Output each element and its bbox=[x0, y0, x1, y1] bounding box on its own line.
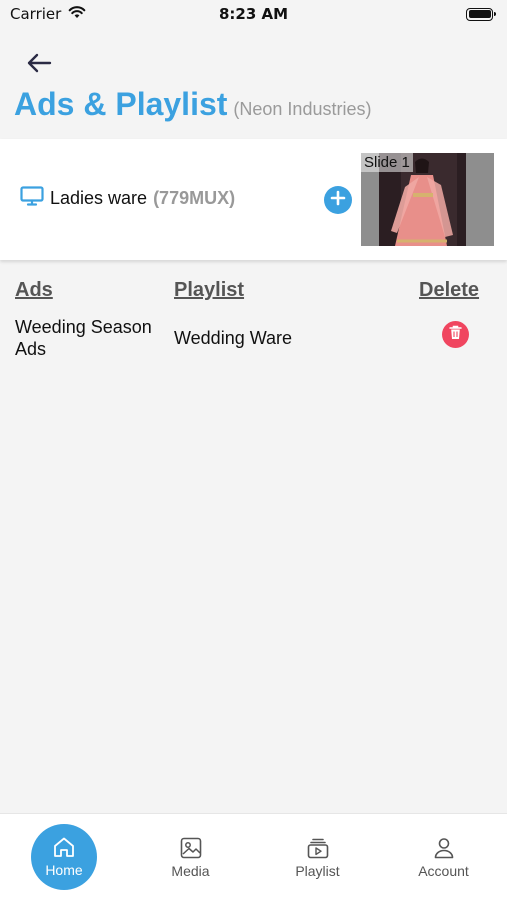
status-left: Carrier bbox=[10, 5, 86, 23]
add-playlist-button[interactable] bbox=[324, 186, 352, 214]
status-bar: Carrier 8:23 AM bbox=[0, 0, 507, 28]
home-icon bbox=[52, 836, 76, 858]
monitor-icon bbox=[20, 186, 44, 211]
tab-bar: Home Media Playlist Account bbox=[0, 813, 507, 900]
tab-account[interactable]: Account bbox=[380, 814, 507, 900]
tab-label-home: Home bbox=[45, 862, 83, 878]
user-icon bbox=[433, 837, 455, 859]
screen-info: Ladies ware (779MUX) bbox=[20, 186, 235, 211]
plus-icon bbox=[330, 190, 346, 211]
screen-name: Ladies ware bbox=[50, 188, 148, 208]
trash-icon bbox=[449, 325, 462, 345]
ad-name-line1: Weeding Season bbox=[15, 317, 152, 337]
back-button[interactable] bbox=[22, 50, 56, 80]
tab-media[interactable]: Media bbox=[127, 814, 254, 900]
battery-icon bbox=[466, 7, 496, 21]
arrow-left-icon bbox=[26, 53, 52, 78]
playlist-name: Wedding Ware bbox=[174, 328, 293, 348]
title-row: Ads & Playlist (Neon Industries) bbox=[14, 86, 371, 123]
thumbnail-label: Slide 1 bbox=[361, 153, 413, 172]
tab-label-media: Media bbox=[171, 862, 210, 879]
column-header-playlist: Playlist bbox=[174, 279, 245, 301]
column-header-ads: Ads bbox=[15, 279, 53, 301]
tab-label-playlist: Playlist bbox=[295, 862, 340, 879]
tab-label-account: Account bbox=[418, 862, 469, 879]
ad-name-line2: Ads bbox=[15, 339, 47, 359]
page-title: Ads & Playlist bbox=[14, 86, 228, 122]
carrier-label: Carrier bbox=[10, 5, 62, 23]
wifi-icon bbox=[68, 5, 86, 23]
tab-home[interactable]: Home bbox=[31, 824, 97, 890]
delete-button[interactable] bbox=[442, 321, 469, 348]
screen-code: (779MUX) bbox=[153, 188, 236, 208]
slide-thumbnail[interactable]: Slide 1 bbox=[361, 153, 494, 246]
tab-playlist[interactable]: Playlist bbox=[254, 814, 381, 900]
battery-fill bbox=[468, 10, 491, 18]
playlist-icon bbox=[307, 837, 329, 859]
page-subtitle: (Neon Industries) bbox=[233, 99, 372, 119]
column-header-delete: Delete bbox=[419, 279, 480, 301]
image-icon bbox=[180, 837, 202, 859]
